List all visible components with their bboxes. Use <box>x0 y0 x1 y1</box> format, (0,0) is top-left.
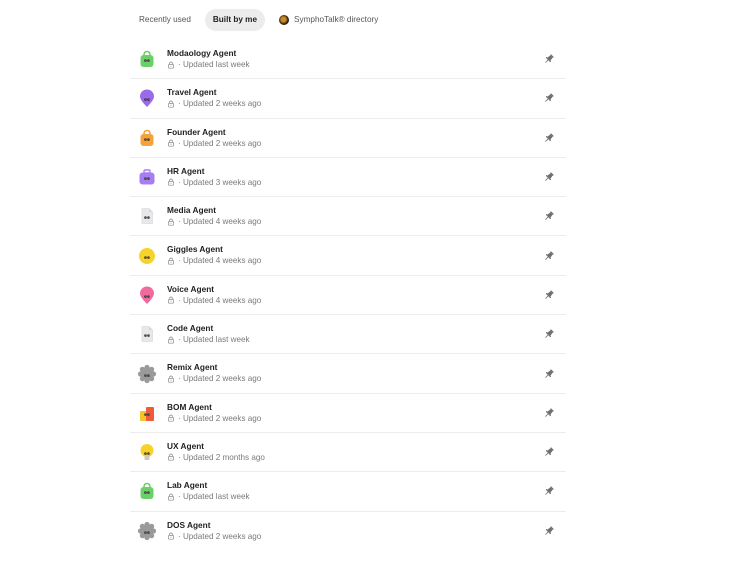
agent-name: UX Agent <box>167 440 205 451</box>
pin-icon[interactable] <box>543 210 555 222</box>
lock-icon <box>167 375 175 383</box>
pin-icon[interactable] <box>543 132 555 144</box>
pin-icon[interactable] <box>543 407 555 419</box>
lock-icon <box>167 336 175 344</box>
agent-row[interactable]: Lab Agent · Updated last week <box>130 472 566 512</box>
lock-icon <box>167 61 175 69</box>
agent-row[interactable]: Remix Agent · Updated 2 weeks ago <box>130 354 566 394</box>
lock-icon <box>167 257 175 265</box>
white-document-icon <box>137 206 157 226</box>
symphotalk-logo-icon <box>279 15 290 25</box>
agent-updated: · Updated 4 weeks ago <box>178 295 262 305</box>
agent-row[interactable]: Code Agent · Updated last week <box>130 315 566 355</box>
lock-icon <box>167 296 175 304</box>
agent-row[interactable]: Voice Agent · Updated 4 weeks ago <box>130 276 566 316</box>
agent-row[interactable]: Founder Agent · Updated 2 weeks ago <box>130 119 566 158</box>
agent-row[interactable]: Modaology Agent · Updated last week <box>130 40 566 80</box>
lock-icon <box>167 453 175 462</box>
agent-updated: · Updated 4 weeks ago <box>178 256 262 266</box>
agent-updated: · Updated last week <box>178 60 250 69</box>
lock-icon <box>167 218 175 226</box>
yellow-lightbulb-icon <box>137 442 157 462</box>
lock-icon <box>167 493 175 501</box>
agent-name: DOS Agent <box>167 519 211 530</box>
agent-updated: · Updated 2 weeks ago <box>178 99 262 109</box>
agent-updated: · Updated last week <box>178 492 250 502</box>
red-yellow-blocks-icon <box>137 403 157 423</box>
pin-icon[interactable] <box>543 53 555 65</box>
pin-icon[interactable] <box>543 289 555 301</box>
agent-row[interactable]: BOM Agent · Updated 2 weeks ago <box>130 394 566 433</box>
yellow-smiley-icon <box>137 246 157 266</box>
agent-name: Giggles Agent <box>167 244 223 255</box>
gray-gear-icon <box>137 521 157 541</box>
purple-briefcase-icon <box>137 167 157 187</box>
pin-icon[interactable] <box>543 485 555 497</box>
orange-bag-icon <box>137 128 157 148</box>
lock-icon <box>167 414 175 422</box>
green-bag-icon <box>137 49 157 69</box>
agent-row[interactable]: HR Agent · Updated 3 weeks ago <box>130 158 566 198</box>
agent-name: Remix Agent <box>167 362 218 373</box>
agent-updated: · Updated 3 weeks ago <box>178 177 262 187</box>
agent-updated: · Updated 2 weeks ago <box>178 374 262 384</box>
gray-gear-icon <box>137 364 157 384</box>
agent-updated: · Updated 2 months ago <box>178 452 265 462</box>
agent-name: HR Agent <box>167 165 205 176</box>
lock-icon <box>167 139 175 147</box>
agent-updated: · Updated last week <box>178 335 250 345</box>
agent-row[interactable]: Travel Agent · Updated 2 weeks ago <box>130 79 566 119</box>
agent-name: Founder Agent <box>167 126 226 137</box>
white-document-icon <box>137 324 157 344</box>
pin-icon[interactable] <box>543 446 555 458</box>
lock-icon <box>167 178 175 186</box>
green-bag-icon <box>137 481 157 501</box>
agent-tabs: Recently used Built by me SymphoTalk® di… <box>131 9 386 31</box>
agent-updated: · Updated 2 weeks ago <box>178 413 262 423</box>
agent-row[interactable]: Media Agent · Updated 4 weeks ago <box>130 197 566 237</box>
lock-icon <box>167 100 175 108</box>
tab-built-by-me[interactable]: Built by me <box>204 9 266 31</box>
agent-name: Code Agent <box>167 323 214 334</box>
agent-name: BOM Agent <box>167 401 212 412</box>
agent-row[interactable]: UX Agent · Updated 2 months ago <box>130 433 566 473</box>
pin-icon[interactable] <box>543 368 555 380</box>
agent-name: Lab Agent <box>167 480 208 491</box>
agent-name: Modaology Agent <box>167 48 237 58</box>
agent-name: Media Agent <box>167 205 217 216</box>
pin-icon[interactable] <box>543 92 555 104</box>
pin-icon[interactable] <box>543 328 555 340</box>
tab-recently-used[interactable]: Recently used <box>131 9 199 31</box>
pink-heart-icon <box>137 285 157 305</box>
agent-name: Voice Agent <box>167 283 215 294</box>
agent-updated: · Updated 2 weeks ago <box>178 531 262 541</box>
pin-icon[interactable] <box>543 525 555 537</box>
lock-icon <box>167 532 175 540</box>
pin-icon[interactable] <box>543 171 555 183</box>
agent-row[interactable]: DOS Agent · Updated 2 weeks ago <box>130 512 566 551</box>
agent-name: Travel Agent <box>167 87 217 98</box>
tab-symphotalk-directory[interactable]: SymphoTalk® directory <box>271 9 386 31</box>
agent-list: Modaology Agent · Updated last week Travel… <box>130 40 566 551</box>
purple-pin-icon <box>137 88 157 108</box>
agent-updated: · Updated 4 weeks ago <box>178 217 262 227</box>
tab-symphotalk-directory-label: SymphoTalk® directory <box>294 15 379 24</box>
pin-icon[interactable] <box>543 250 555 262</box>
agent-row[interactable]: Giggles Agent · Updated 4 weeks ago <box>130 236 566 276</box>
agent-updated: · Updated 2 weeks ago <box>178 138 262 148</box>
